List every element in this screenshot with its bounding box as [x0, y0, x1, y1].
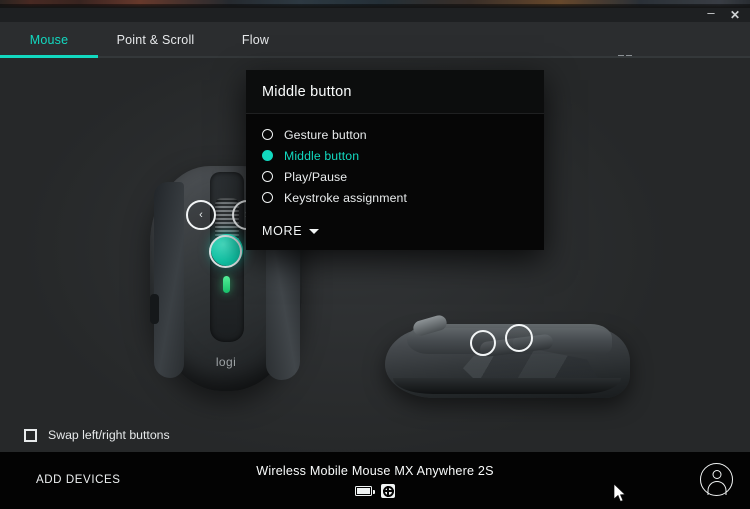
left-tilt-callout[interactable]: ‹	[186, 200, 216, 230]
active-device-block: Wireless Mobile Mouse MX Anywhere 2S	[0, 464, 750, 498]
option-middle-button[interactable]: Middle button	[246, 145, 544, 166]
option-label: Keystroke assignment	[284, 190, 407, 205]
radio-selected-icon	[262, 150, 273, 161]
minimize-button[interactable]: –	[700, 6, 722, 22]
panel-more-label: MORE	[262, 224, 303, 238]
device-name-label: Wireless Mobile Mouse MX Anywhere 2S	[256, 464, 494, 478]
tab-bar: Mouse Point & Scroll Flow All Applicatio…	[0, 22, 750, 69]
footer-bar: ADD DEVICES Wireless Mobile Mouse MX Any…	[0, 452, 750, 509]
avatar-head	[712, 470, 721, 479]
radio-icon	[262, 129, 273, 140]
radio-icon	[262, 192, 273, 203]
button-assignment-panel: Middle button Gesture button Middle butt…	[246, 70, 544, 250]
battery-icon	[355, 486, 375, 496]
tab-flow[interactable]: Flow	[213, 22, 298, 58]
swap-buttons-label: Swap left/right buttons	[48, 428, 170, 442]
tab-mouse[interactable]: Mouse	[0, 22, 98, 58]
radio-icon	[262, 171, 273, 182]
option-play-pause[interactable]: Play/Pause	[246, 166, 544, 187]
tab-point-and-scroll[interactable]: Point & Scroll	[98, 22, 213, 58]
user-avatar-icon[interactable]	[700, 463, 733, 496]
middle-button-callout[interactable]	[209, 235, 242, 268]
side-button-back-callout[interactable]	[470, 330, 496, 356]
side-button-forward-callout[interactable]	[505, 324, 533, 352]
mouse-thumb-groove	[150, 294, 159, 324]
swap-buttons-checkbox[interactable]	[24, 428, 37, 442]
unifying-receiver-icon	[381, 484, 395, 498]
panel-more-button[interactable]: MORE	[246, 222, 544, 240]
tab-list: Mouse Point & Scroll Flow	[0, 22, 298, 58]
close-button[interactable]: ✕	[724, 8, 746, 22]
mouse-side-base	[393, 378, 621, 394]
avatar-shoulders	[707, 481, 726, 495]
swap-buttons-row[interactable]: Swap left/right buttons	[24, 428, 170, 442]
window-title-bar: – ✕	[0, 6, 750, 22]
logi-logo: logi	[215, 355, 237, 369]
panel-title: Middle button	[246, 70, 544, 114]
panel-option-list: Gesture button Middle button Play/Pause …	[246, 114, 544, 240]
option-label: Middle button	[284, 148, 360, 163]
logitech-options-window: – ✕ Mouse Point & Scroll Flow All Applic…	[0, 0, 750, 509]
chevron-down-icon	[309, 228, 320, 234]
option-label: Play/Pause	[284, 169, 348, 184]
mouse-status-led	[223, 276, 230, 293]
desktop-background-strip	[0, 0, 750, 8]
option-gesture-button[interactable]: Gesture button	[246, 124, 544, 145]
mouse-cursor	[614, 484, 626, 502]
mouse-left-button	[154, 182, 184, 378]
mouse-side-view-image	[385, 310, 630, 402]
option-label: Gesture button	[284, 127, 367, 142]
device-status-icons	[0, 484, 750, 498]
option-keystroke-assignment[interactable]: Keystroke assignment	[246, 187, 544, 208]
